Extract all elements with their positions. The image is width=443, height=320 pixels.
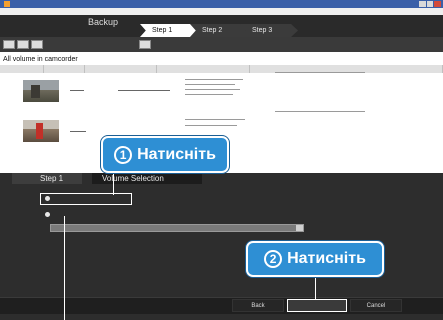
text-placeholder (70, 131, 86, 132)
column-header[interactable] (85, 65, 157, 73)
camcorder-icon[interactable] (139, 40, 151, 49)
next-button[interactable] (287, 299, 347, 312)
callout-1: 1 Натисніть (101, 136, 229, 173)
dropdown-value (54, 225, 234, 231)
text-placeholder (275, 111, 365, 112)
text-placeholder (275, 72, 365, 73)
window-title (13, 0, 153, 8)
column-header[interactable] (44, 65, 86, 73)
column-header[interactable] (0, 65, 44, 73)
radio-all-volumes[interactable] (45, 196, 50, 201)
callout-pointer (315, 277, 316, 299)
video-thumbnail[interactable] (23, 120, 59, 142)
section-title: All volume in camcorder (3, 56, 78, 63)
callout-label: Натисніть (287, 250, 366, 267)
text-placeholder (185, 119, 245, 120)
text-placeholder (185, 89, 240, 90)
panel-step-tab: Step 1 (12, 173, 82, 184)
volume-dropdown[interactable] (50, 224, 304, 232)
callout-pointer (113, 173, 114, 195)
callout-2: 2 Натисніть (246, 241, 384, 277)
radio-select-volume[interactable] (45, 212, 50, 217)
panel-title: Volume Selection (92, 173, 202, 184)
close-icon[interactable] (434, 1, 442, 7)
text-placeholder (70, 90, 84, 91)
callout-number: 2 (264, 250, 283, 268)
callout-number: 1 (114, 145, 133, 164)
cancel-button[interactable]: Cancel (350, 299, 402, 312)
text-placeholder (185, 79, 243, 80)
minimize-icon[interactable] (419, 1, 426, 7)
app-icon (4, 1, 10, 7)
text-placeholder (185, 84, 235, 85)
text-placeholder (118, 90, 170, 91)
column-header[interactable] (157, 65, 251, 73)
step-1: Step 1 (140, 24, 198, 37)
chevron-down-icon[interactable] (296, 225, 303, 231)
window-controls (419, 1, 442, 7)
radio-all-label[interactable] (55, 194, 130, 202)
grid-view-icon[interactable] (3, 40, 15, 49)
callout-pointer (64, 216, 65, 320)
view-toolbar (0, 37, 443, 52)
video-thumbnail[interactable] (23, 80, 59, 102)
step-2: Step 2 (190, 24, 248, 37)
backup-tab[interactable]: Backup (58, 16, 148, 28)
callout-label: Натисніть (137, 145, 216, 163)
detail-view-icon[interactable] (31, 40, 43, 49)
menu-items[interactable] (4, 8, 204, 15)
text-placeholder (185, 125, 237, 126)
step-3: Step 3 (240, 24, 298, 37)
back-button[interactable]: Back (232, 299, 284, 312)
text-placeholder (185, 94, 233, 95)
maximize-icon[interactable] (426, 1, 434, 7)
list-view-icon[interactable] (17, 40, 29, 49)
